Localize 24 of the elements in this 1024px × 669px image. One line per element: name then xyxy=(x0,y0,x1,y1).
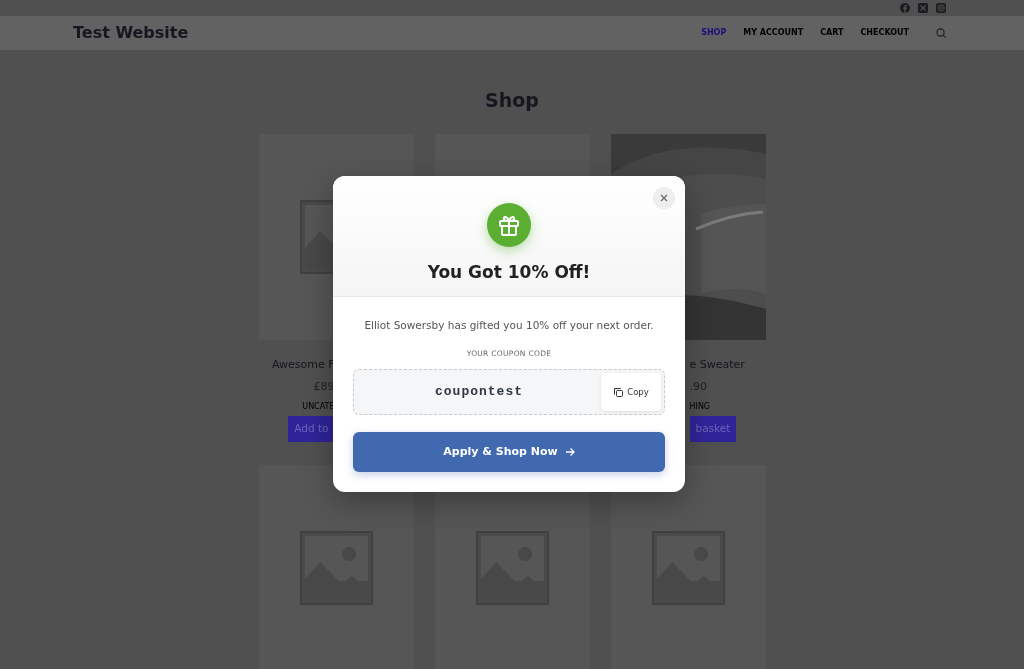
site-title[interactable]: Test Website xyxy=(73,21,189,45)
close-button[interactable] xyxy=(653,187,675,209)
copy-icon xyxy=(613,387,624,397)
copy-button[interactable]: Copy xyxy=(601,373,661,411)
page-title: Shop xyxy=(484,88,540,112)
apply-button[interactable]: Apply & Shop Now xyxy=(353,432,665,472)
coupon-code: coupontest xyxy=(434,383,524,402)
close-icon xyxy=(660,194,668,202)
facebook-icon[interactable] xyxy=(900,3,910,13)
nav-link-item[interactable]: CHECKOUT xyxy=(860,27,909,39)
product-category[interactable]: HING xyxy=(689,402,711,412)
nav-link-item[interactable]: MY ACCOUNT xyxy=(743,27,804,39)
dialog-title: You Got 10% Off! xyxy=(427,261,591,283)
add-to-basket-button[interactable]: Add to xyxy=(288,416,335,442)
instagram-icon[interactable] xyxy=(936,3,946,13)
search-icon[interactable] xyxy=(936,28,946,38)
x-icon[interactable] xyxy=(918,3,928,13)
gift-icon xyxy=(497,213,521,237)
nav-link-item[interactable]: SHOP xyxy=(701,27,727,39)
add-to-basket-button[interactable]: basket xyxy=(689,416,737,442)
dialog-message: Elliot Sowersby has gifted you 10% off your next order. xyxy=(363,318,655,332)
arrow-right-icon xyxy=(564,447,575,457)
product-category[interactable]: UNCATE xyxy=(302,402,335,412)
nav-link-item[interactable]: CART xyxy=(820,27,844,39)
